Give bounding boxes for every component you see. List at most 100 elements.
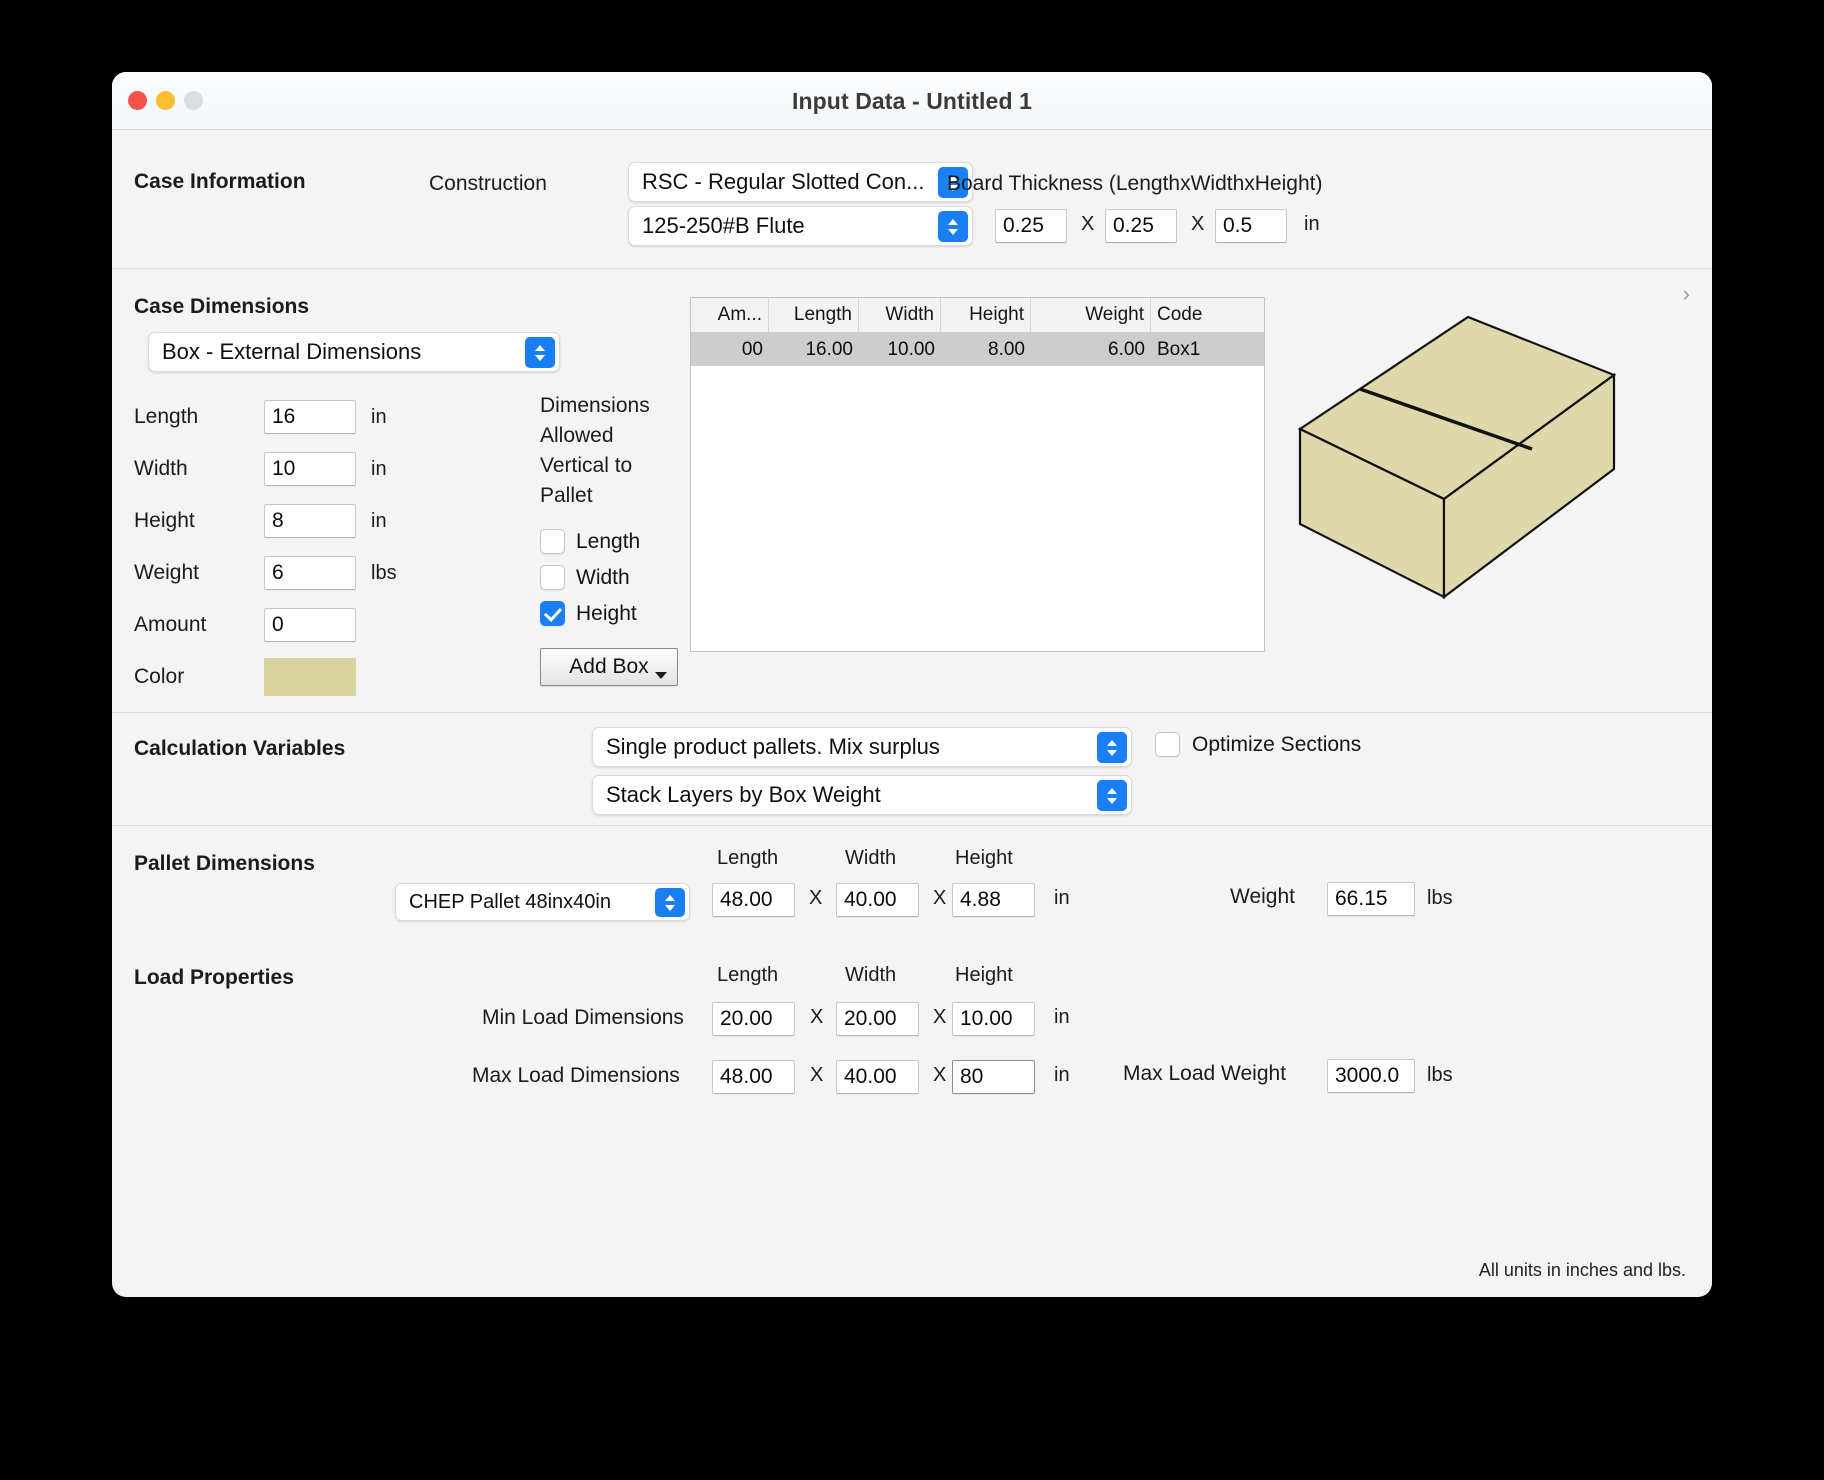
min-load-unit: in <box>1054 1006 1070 1028</box>
length-input[interactable] <box>264 400 356 434</box>
column-header-width: Width <box>859 298 941 332</box>
chevron-updown-icon[interactable] <box>655 888 685 917</box>
height-unit: in <box>371 509 387 532</box>
construction-select-value: RSC - Regular Slotted Con... <box>642 169 925 194</box>
board-thickness-height-input[interactable] <box>1215 209 1287 243</box>
cell-code: Box1 <box>1157 338 1201 360</box>
close-window-button[interactable] <box>128 91 147 110</box>
cell-length: 16.00 <box>805 338 853 360</box>
amount-input[interactable] <box>264 608 356 642</box>
pallet-weight-label: Weight <box>1230 885 1295 908</box>
load-column-height: Height <box>955 964 1013 986</box>
weight-label: Weight <box>134 561 199 584</box>
pallet-column-width: Width <box>845 847 897 869</box>
checkbox-height-label: Height <box>576 601 637 625</box>
board-thickness-width-input[interactable] <box>1105 209 1177 243</box>
length-unit: in <box>371 405 387 428</box>
chevron-updown-icon[interactable] <box>938 211 968 242</box>
pallet-height-input[interactable] <box>952 883 1035 917</box>
max-load-weight-label: Max Load Weight <box>1123 1062 1287 1085</box>
flute-select[interactable]: 125-250#B Flute <box>628 206 973 246</box>
case-information-title: Case Information <box>134 170 306 193</box>
max-load-weight-input[interactable] <box>1327 1059 1415 1093</box>
chevron-updown-icon[interactable] <box>1097 732 1127 763</box>
box-list-table[interactable]: Am... Length Width Height Weight Code 00… <box>690 297 1265 652</box>
width-input[interactable] <box>264 452 356 486</box>
table-row[interactable]: 00 16.00 10.00 8.00 6.00 Box1 <box>691 333 1264 366</box>
pallet-width-input[interactable] <box>836 883 919 917</box>
pallet-type-select[interactable]: CHEP Pallet 48inx40in <box>395 883 690 921</box>
board-thickness-length-input[interactable] <box>995 209 1067 243</box>
column-header-code: Code <box>1157 304 1203 325</box>
length-label: Length <box>134 405 199 428</box>
max-x-separator-2: X <box>933 1064 947 1086</box>
color-label: Color <box>134 665 185 688</box>
caret-down-icon[interactable] <box>655 672 667 679</box>
pallet-weight-input[interactable] <box>1327 882 1415 916</box>
checkbox-width[interactable] <box>540 565 565 590</box>
column-header-length: Length <box>769 298 859 332</box>
add-box-label: Add Box <box>569 655 649 678</box>
pallet-strategy-select[interactable]: Single product pallets. Mix surplus <box>592 727 1132 767</box>
optimize-sections-row[interactable]: Optimize Sections <box>1155 732 1361 757</box>
calculation-variables-title: Calculation Variables <box>134 737 346 760</box>
checkbox-length[interactable] <box>540 529 565 554</box>
add-box-button[interactable]: Add Box <box>540 648 678 686</box>
chevron-updown-icon[interactable] <box>525 337 555 368</box>
height-input[interactable] <box>264 504 356 538</box>
vertical-allowed-height-row[interactable]: Height <box>540 601 672 626</box>
max-load-weight-unit: lbs <box>1427 1064 1453 1086</box>
construction-select[interactable]: RSC - Regular Slotted Con... <box>628 162 973 202</box>
load-column-length: Length <box>717 964 779 986</box>
stacking-strategy-select[interactable]: Stack Layers by Box Weight <box>592 775 1132 815</box>
expand-chevron-icon[interactable]: › <box>1683 281 1690 307</box>
field-row-height: Height in <box>134 495 397 547</box>
vertical-allowed-length-row[interactable]: Length <box>540 529 672 554</box>
checkbox-optimize-sections[interactable] <box>1155 732 1180 757</box>
input-data-window: Input Data - Untitled 1 Case Information… <box>112 72 1712 1297</box>
pallet-length-input[interactable] <box>712 883 795 917</box>
case-dimensions-section: Case Dimensions › Box - External Dimensi… <box>112 269 1712 712</box>
pallet-weight-unit: lbs <box>1427 887 1453 909</box>
vertical-allowed-title: Dimensions Allowed Vertical to Pallet <box>540 394 650 507</box>
dimension-mode-select[interactable]: Box - External Dimensions <box>148 332 560 372</box>
pallet-column-length: Length <box>717 847 779 869</box>
pallet-dimensions-section: Pallet Dimensions CHEP Pallet 48inx40in … <box>112 826 1712 944</box>
max-load-unit: in <box>1054 1064 1070 1086</box>
color-swatch[interactable] <box>264 658 356 696</box>
case-dimension-fields: Length in Width in Height in Weight lbs … <box>134 391 397 703</box>
field-row-length: Length in <box>134 391 397 443</box>
checkbox-height[interactable] <box>540 601 565 626</box>
case-dimensions-title: Case Dimensions <box>134 295 310 318</box>
flute-select-value: 125-250#B Flute <box>642 213 805 238</box>
max-load-width-input[interactable] <box>836 1060 919 1094</box>
cell-amount: 00 <box>741 338 763 360</box>
field-row-weight: Weight lbs <box>134 547 397 599</box>
table-header-row: Am... Length Width Height Weight Code <box>691 298 1264 333</box>
load-column-width: Width <box>845 964 897 986</box>
weight-input[interactable] <box>264 556 356 590</box>
width-label: Width <box>134 457 188 480</box>
zoom-window-button[interactable] <box>184 91 203 110</box>
field-row-width: Width in <box>134 443 397 495</box>
minimize-window-button[interactable] <box>156 91 175 110</box>
min-load-height-input[interactable] <box>952 1002 1035 1036</box>
max-load-height-input[interactable] <box>952 1060 1035 1094</box>
thickness-unit-label: in <box>1304 213 1320 235</box>
min-load-length-input[interactable] <box>712 1002 795 1036</box>
checkbox-width-label: Width <box>576 565 630 589</box>
field-row-color: Color <box>134 651 397 703</box>
max-x-separator-1: X <box>810 1064 824 1086</box>
construction-label: Construction <box>429 172 547 195</box>
pallet-unit-label: in <box>1054 887 1070 909</box>
vertical-allowed-width-row[interactable]: Width <box>540 565 672 590</box>
traffic-light-buttons <box>128 91 203 110</box>
max-load-length-input[interactable] <box>712 1060 795 1094</box>
min-x-separator-1: X <box>810 1006 824 1028</box>
pallet-type-value: CHEP Pallet 48inx40in <box>409 890 611 913</box>
dimension-mode-value: Box - External Dimensions <box>162 339 422 364</box>
chevron-updown-icon[interactable] <box>1097 780 1127 811</box>
width-unit: in <box>371 457 387 480</box>
amount-label: Amount <box>134 613 207 636</box>
min-load-width-input[interactable] <box>836 1002 919 1036</box>
